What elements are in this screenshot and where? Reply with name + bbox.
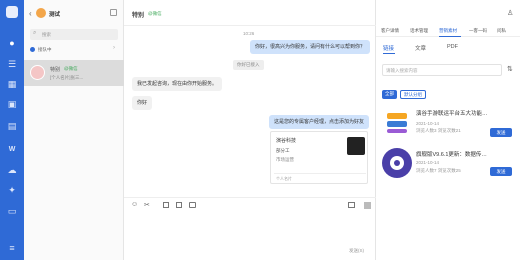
search-input[interactable]: ⌕ 搜索 xyxy=(30,29,118,40)
cloud-icon[interactable]: ☁ xyxy=(6,164,18,176)
search-placeholder: 搜索 xyxy=(42,32,51,37)
material-title: 演谷手游联运平台五大功能… xyxy=(416,111,488,117)
message-bubble-right: 你好，很高兴为你服务，请问有什么可以帮到你？ xyxy=(250,40,371,54)
scissors-icon[interactable]: ✂ xyxy=(144,201,150,209)
subtab-pdf[interactable]: PDF xyxy=(447,44,458,50)
emoji-icon[interactable]: ☺ xyxy=(131,201,138,208)
chevron-right-icon: › xyxy=(113,45,115,51)
system-message: 你好已接入 xyxy=(233,60,264,70)
material-search-input[interactable]: 请输入搜索内容 xyxy=(382,64,502,76)
subtab-underline xyxy=(383,53,395,54)
document-icon[interactable]: ▤ xyxy=(6,120,18,132)
card-role: 市场运营 xyxy=(276,157,294,162)
bag-icon[interactable]: ▭ xyxy=(6,205,18,217)
word-icon[interactable]: W xyxy=(6,144,18,156)
tab-customer-code[interactable]: 一客一码 xyxy=(469,28,487,34)
chat-icon[interactable]: ● xyxy=(6,37,18,49)
material-search-placeholder: 请输入搜索内容 xyxy=(386,68,418,73)
settings-icon[interactable]: ✦ xyxy=(6,184,18,196)
folder-icon[interactable] xyxy=(189,202,196,208)
tag-all[interactable]: 全部 xyxy=(382,90,397,99)
quick-reply-icon[interactable] xyxy=(364,202,371,209)
picture-icon[interactable] xyxy=(176,202,182,208)
filter-label: 接队中 xyxy=(38,47,52,52)
send-button[interactable]: 发送 xyxy=(490,128,512,137)
header-divider xyxy=(124,25,376,26)
contact-avatar xyxy=(30,65,45,80)
sort-icon[interactable]: ⇅ xyxy=(507,65,513,73)
message-input[interactable] xyxy=(129,212,359,242)
material-date: 2021-10-14 xyxy=(416,121,440,126)
message-bubble-right: 这是您的专属客户经理，点击添加为好友 xyxy=(269,115,370,129)
message-timestamp: 10:26 xyxy=(243,31,255,36)
card-footer: 个人名片 xyxy=(276,176,292,181)
contact-preview: [个人名片]张三... xyxy=(50,75,84,80)
app-logo-icon xyxy=(6,6,18,18)
new-chat-icon[interactable] xyxy=(110,9,117,16)
chat-title-tag: @微信 xyxy=(148,11,162,16)
grid-icon[interactable]: ▣ xyxy=(6,98,18,110)
contact-card[interactable]: 演谷科技 部分工 市场运营 个人名片 xyxy=(270,131,368,184)
conversation-panel: ‹ 测试 ⌕ 搜索 接队中 › 特别 @微信 [个人名片]张三... xyxy=(24,0,124,260)
back-icon[interactable]: ‹ xyxy=(29,9,32,18)
message-bubble-left: 我已发起咨询，现在由你开始服务。 xyxy=(132,77,223,91)
chat-title: 特别 xyxy=(132,13,145,19)
material-thumbnail-icon xyxy=(382,148,412,178)
material-stats: 浏览人数7 浏览次数25 xyxy=(416,168,461,173)
filter-row[interactable]: 接队中 › xyxy=(30,45,118,54)
input-divider xyxy=(124,197,376,198)
card-divider xyxy=(274,173,366,174)
chat-panel: 特别 @微信 10:26 你好，很高兴为你服务，请问有什么可以帮到你？ 你好已接… xyxy=(124,0,376,260)
tab-script-management[interactable]: 话术管理 xyxy=(410,28,428,34)
tab-customer-details[interactable]: 客户详情 xyxy=(381,28,399,34)
contact-name: 特别 xyxy=(50,67,61,73)
send-hint[interactable]: 发送(S) xyxy=(349,248,364,254)
search-icon: ⌕ xyxy=(33,30,37,36)
material-title: 旗舰版V9.6.1更新：数据传… xyxy=(416,152,487,158)
subtab-article[interactable]: 文章 xyxy=(415,44,426,52)
card-title: 演谷科技 xyxy=(276,138,297,144)
contacts-icon[interactable]: ☰ xyxy=(6,58,18,70)
calendar-icon[interactable]: ▦ xyxy=(6,78,18,90)
avatar xyxy=(36,8,46,18)
conversation-title: 测试 xyxy=(49,12,61,18)
material-thumbnail-icon xyxy=(382,107,412,137)
message-bubble-left: 你好 xyxy=(132,96,153,110)
user-icon[interactable]: ♙ xyxy=(507,9,513,17)
tab-marketing-material[interactable]: 营销素材 xyxy=(439,28,457,34)
tag-default-group[interactable]: 默认分组 xyxy=(400,90,426,99)
active-tab-underline xyxy=(439,36,461,37)
app-sidebar: ● ☰ ▦ ▣ ▤ W ☁ ✦ ▭ ≡ xyxy=(0,0,24,260)
material-list-item[interactable]: 旗舰版V9.6.1更新：数据传… 2021-10-14 浏览人数7 浏览次数25… xyxy=(376,146,520,186)
material-list-item[interactable]: 演谷手游联运平台五大功能… 2021-10-14 浏览人数3 浏览次数21 发送 xyxy=(376,103,520,145)
video-icon[interactable] xyxy=(348,202,355,208)
tab-private[interactable]: 问私 xyxy=(497,28,506,34)
menu-icon[interactable]: ≡ xyxy=(6,242,18,254)
material-stats: 浏览人数3 浏览次数21 xyxy=(416,128,461,133)
image-icon[interactable] xyxy=(163,202,169,208)
send-button[interactable]: 发送 xyxy=(490,167,512,176)
list-item[interactable]: 特别 @微信 [个人名片]张三... xyxy=(24,60,124,86)
filter-icon xyxy=(30,47,35,52)
material-date: 2021-10-14 xyxy=(416,160,440,165)
right-panel: ♙ 客户详情 话术管理 营销素材 一客一码 问私 链接 文章 PDF 请输入搜索… xyxy=(376,0,520,260)
card-logo-icon xyxy=(347,137,365,155)
contact-tag: @微信 xyxy=(64,66,78,71)
card-name: 部分工 xyxy=(276,148,290,153)
subtab-link[interactable]: 链接 xyxy=(383,44,394,52)
